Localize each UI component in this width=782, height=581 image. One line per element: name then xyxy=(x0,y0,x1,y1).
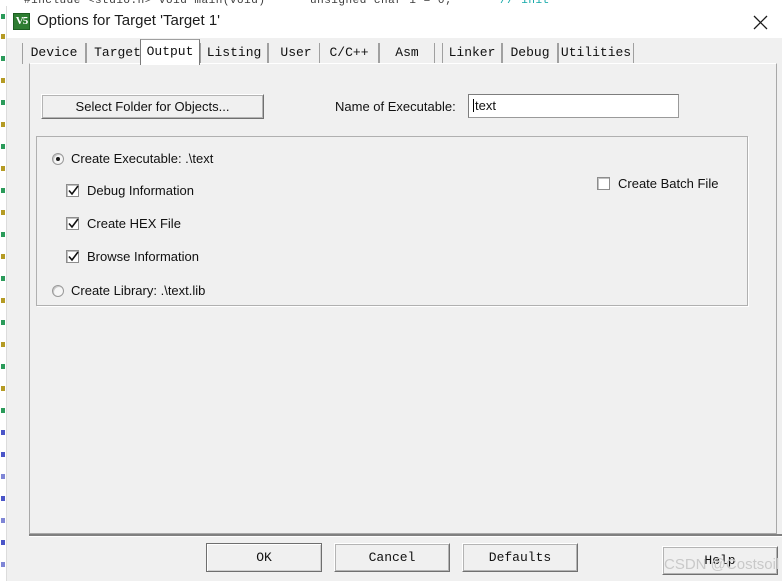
tab-c-cpp[interactable]: C/C++ xyxy=(319,43,379,64)
tab-listing[interactable]: Listing xyxy=(200,43,268,64)
text-caret xyxy=(473,99,474,112)
close-button[interactable] xyxy=(737,6,782,38)
dialog-titlebar: V5 Options for Target 'Target 1' xyxy=(7,6,782,38)
tab-utilities[interactable]: Utilities xyxy=(558,43,634,64)
checkbox-indicator-unchecked xyxy=(597,177,610,190)
tab-linker[interactable]: Linker xyxy=(442,43,502,64)
tab-strip: Device Target Output Listing User C/C++ … xyxy=(7,38,782,65)
tab-debug[interactable]: Debug xyxy=(502,43,558,64)
dialog-title: Options for Target 'Target 1' xyxy=(37,12,221,29)
screenshot-root: #include <stdio.h> void main(void) unsig… xyxy=(0,0,782,581)
checkbox-indicator-checked xyxy=(66,184,79,197)
tab-device[interactable]: Device xyxy=(22,43,86,64)
create-batch-file-label: Create Batch File xyxy=(618,176,719,191)
name-of-executable-label: Name of Executable: xyxy=(335,99,456,114)
name-of-executable-value: text xyxy=(475,98,496,113)
footer-separator xyxy=(29,534,782,537)
create-executable-label: Create Executable: .\text xyxy=(71,151,214,166)
checkbox-indicator-checked xyxy=(66,250,79,263)
create-batch-file-checkbox[interactable]: Create Batch File xyxy=(597,176,718,191)
ok-button[interactable]: OK xyxy=(206,543,322,572)
create-library-label: Create Library: .\text.lib xyxy=(71,283,206,298)
keil-uvision-icon: V5 xyxy=(13,13,30,30)
radio-indicator-selected xyxy=(52,152,64,165)
cancel-button[interactable]: Cancel xyxy=(334,543,450,572)
tab-asm[interactable]: Asm xyxy=(379,43,435,64)
checkbox-indicator-checked xyxy=(66,217,79,230)
create-hex-file-checkbox[interactable]: Create HEX File xyxy=(66,216,181,231)
tab-user[interactable]: User xyxy=(268,43,324,64)
defaults-button[interactable]: Defaults xyxy=(462,543,578,572)
debug-information-label: Debug Information xyxy=(87,183,194,198)
active-tab-notch xyxy=(141,63,199,65)
select-folder-for-objects-button[interactable]: Select Folder for Objects... xyxy=(41,94,264,119)
create-executable-radio[interactable]: Create Executable: .\text xyxy=(52,151,213,166)
create-library-radio[interactable]: Create Library: .\text.lib xyxy=(52,283,205,298)
browse-information-label: Browse Information xyxy=(87,249,199,264)
create-hex-file-label: Create HEX File xyxy=(87,216,181,231)
close-icon xyxy=(753,15,768,30)
name-of-executable-input[interactable]: text xyxy=(468,94,679,118)
radio-indicator-unselected xyxy=(52,284,64,297)
options-for-target-dialog: V5 Options for Target 'Target 1' Device … xyxy=(6,6,782,581)
browse-information-checkbox[interactable]: Browse Information xyxy=(66,249,199,264)
help-button[interactable]: Help xyxy=(662,546,778,575)
tab-output[interactable]: Output xyxy=(140,39,200,65)
debug-information-checkbox[interactable]: Debug Information xyxy=(66,183,194,198)
